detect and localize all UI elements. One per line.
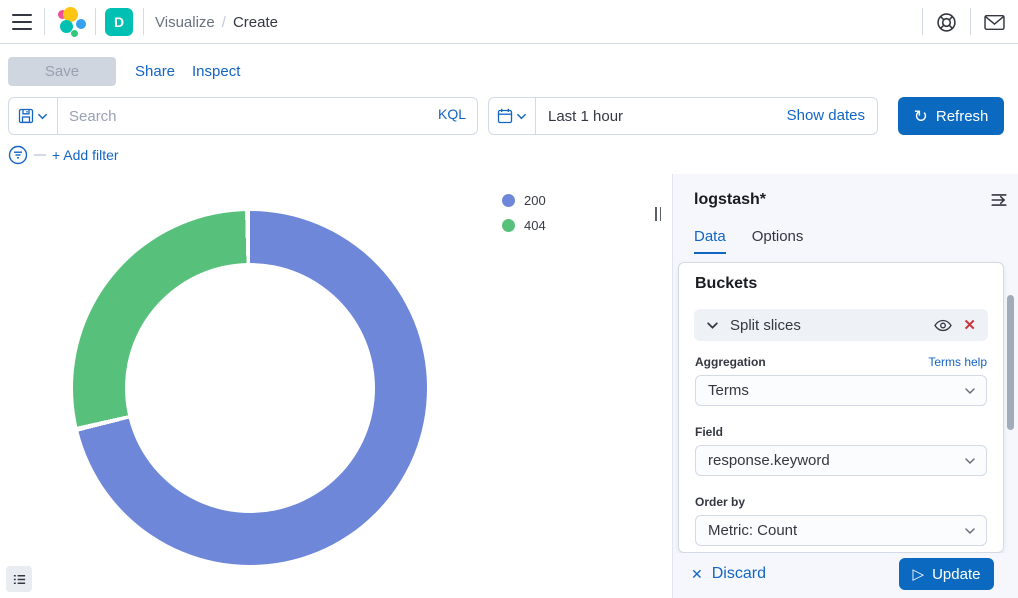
collapse-panel-button[interactable] — [990, 191, 1010, 211]
mail-icon — [984, 14, 1005, 31]
chevron-down-icon — [516, 111, 527, 122]
index-pattern-title: logstash* — [694, 191, 766, 209]
buckets-heading: Buckets — [695, 275, 757, 293]
help-button[interactable] — [934, 10, 958, 34]
inspect-link[interactable]: Inspect — [192, 63, 240, 80]
divider — [44, 8, 45, 35]
tab-options[interactable]: Options — [752, 228, 804, 254]
terms-help-link[interactable]: Terms help — [928, 355, 987, 369]
remove-bucket-button[interactable]: ✕ — [963, 318, 976, 333]
order-by-value: Metric: Count — [708, 522, 797, 539]
legend-toggle-button[interactable] — [6, 566, 32, 592]
panel-resize-handle[interactable] — [655, 207, 664, 221]
calendar-icon — [497, 108, 513, 124]
buckets-card: Buckets Split slices ✕ Aggregation Terms… — [678, 262, 1004, 553]
legend-dot — [502, 194, 515, 207]
menu-button[interactable] — [12, 14, 32, 30]
chevron-down-icon — [963, 454, 977, 468]
legend-item[interactable]: 404 — [502, 218, 546, 233]
list-icon — [12, 572, 27, 587]
share-link[interactable]: Share — [135, 63, 175, 80]
logo-circle-blue — [76, 19, 86, 29]
hamburger-icon — [12, 14, 32, 16]
divider — [143, 8, 144, 35]
kql-language-button[interactable]: KQL — [438, 106, 466, 122]
saved-query-button[interactable] — [8, 97, 58, 135]
eye-icon — [934, 319, 952, 332]
life-ring-icon — [936, 12, 957, 33]
chevron-down-icon — [963, 524, 977, 538]
filter-dash — [34, 154, 46, 156]
add-filter-button[interactable]: + Add filter — [52, 147, 119, 163]
kibana-visualize-create-page: D Visualize / Create Save Share Inspect — [0, 0, 1018, 598]
divider — [970, 8, 971, 35]
close-icon: ✕ — [691, 566, 703, 583]
split-slices-row[interactable]: Split slices ✕ — [694, 309, 988, 341]
sidebar-collapse-icon — [990, 191, 1008, 209]
discard-label: Discard — [712, 565, 766, 583]
search-input-wrapper: KQL — [58, 97, 478, 135]
legend-label: 200 — [524, 193, 546, 208]
floppy-save-icon — [18, 108, 34, 124]
search-input[interactable] — [58, 97, 478, 135]
space-badge[interactable]: D — [105, 8, 133, 36]
time-range-display[interactable]: Last 1 hour Show dates — [536, 97, 878, 135]
legend-dot — [502, 219, 515, 232]
aggregation-value: Terms — [708, 382, 749, 399]
top-nav-bar: D Visualize / Create — [0, 0, 1018, 44]
aggregation-label: Aggregation — [695, 355, 766, 369]
close-icon: ✕ — [963, 317, 976, 334]
filter-circle-icon — [8, 145, 28, 165]
divider — [922, 8, 923, 35]
breadcrumb-separator: / — [222, 14, 226, 31]
refresh-icon: ↻ — [914, 108, 928, 125]
field-label: Field — [695, 425, 723, 439]
divider — [95, 8, 96, 35]
discard-button[interactable]: ✕ Discard — [691, 565, 766, 583]
update-label: Update — [932, 566, 980, 583]
time-range-value: Last 1 hour — [548, 108, 623, 125]
panel-footer: ✕ Discard ▷ Update — [673, 553, 1018, 598]
order-by-select[interactable]: Metric: Count — [695, 515, 987, 546]
order-by-label: Order by — [695, 495, 745, 509]
donut-chart[interactable] — [73, 211, 427, 565]
field-select[interactable]: response.keyword — [695, 445, 987, 476]
legend-label: 404 — [524, 218, 546, 233]
show-dates-button[interactable]: Show dates — [787, 107, 865, 124]
editor-side-panel: logstash* Data Options Buckets Split sli… — [672, 174, 1018, 598]
date-picker-button[interactable] — [488, 97, 536, 135]
aggregation-select[interactable]: Terms — [695, 375, 987, 406]
toggle-visibility-button[interactable] — [934, 319, 952, 332]
newsfeed-button[interactable] — [982, 10, 1006, 34]
chevron-down-icon — [37, 111, 48, 122]
breadcrumb-visualize[interactable]: Visualize — [155, 14, 215, 31]
editor-tabs: Data Options — [694, 228, 803, 254]
donut-hole — [125, 263, 375, 513]
refresh-label: Refresh — [936, 108, 989, 125]
breadcrumb: Visualize / Create — [155, 0, 278, 44]
visualization-canvas: 200 404 — [0, 174, 672, 598]
save-button[interactable]: Save — [8, 57, 116, 86]
chevron-down-icon — [706, 319, 719, 332]
logo-circle-green — [71, 30, 78, 37]
elastic-logo[interactable] — [54, 5, 88, 39]
chart-legend: 200 404 — [502, 193, 546, 233]
play-icon: ▷ — [913, 565, 925, 583]
legend-item[interactable]: 200 — [502, 193, 546, 208]
update-button[interactable]: ▷ Update — [899, 558, 994, 590]
refresh-button[interactable]: ↻ Refresh — [898, 97, 1004, 135]
tab-data[interactable]: Data — [694, 228, 726, 254]
split-slices-label: Split slices — [730, 317, 801, 334]
field-value: response.keyword — [708, 452, 830, 469]
filter-options-button[interactable] — [8, 145, 28, 165]
chevron-down-icon — [963, 384, 977, 398]
panel-scrollbar[interactable] — [1007, 295, 1014, 430]
breadcrumb-create: Create — [233, 14, 278, 31]
